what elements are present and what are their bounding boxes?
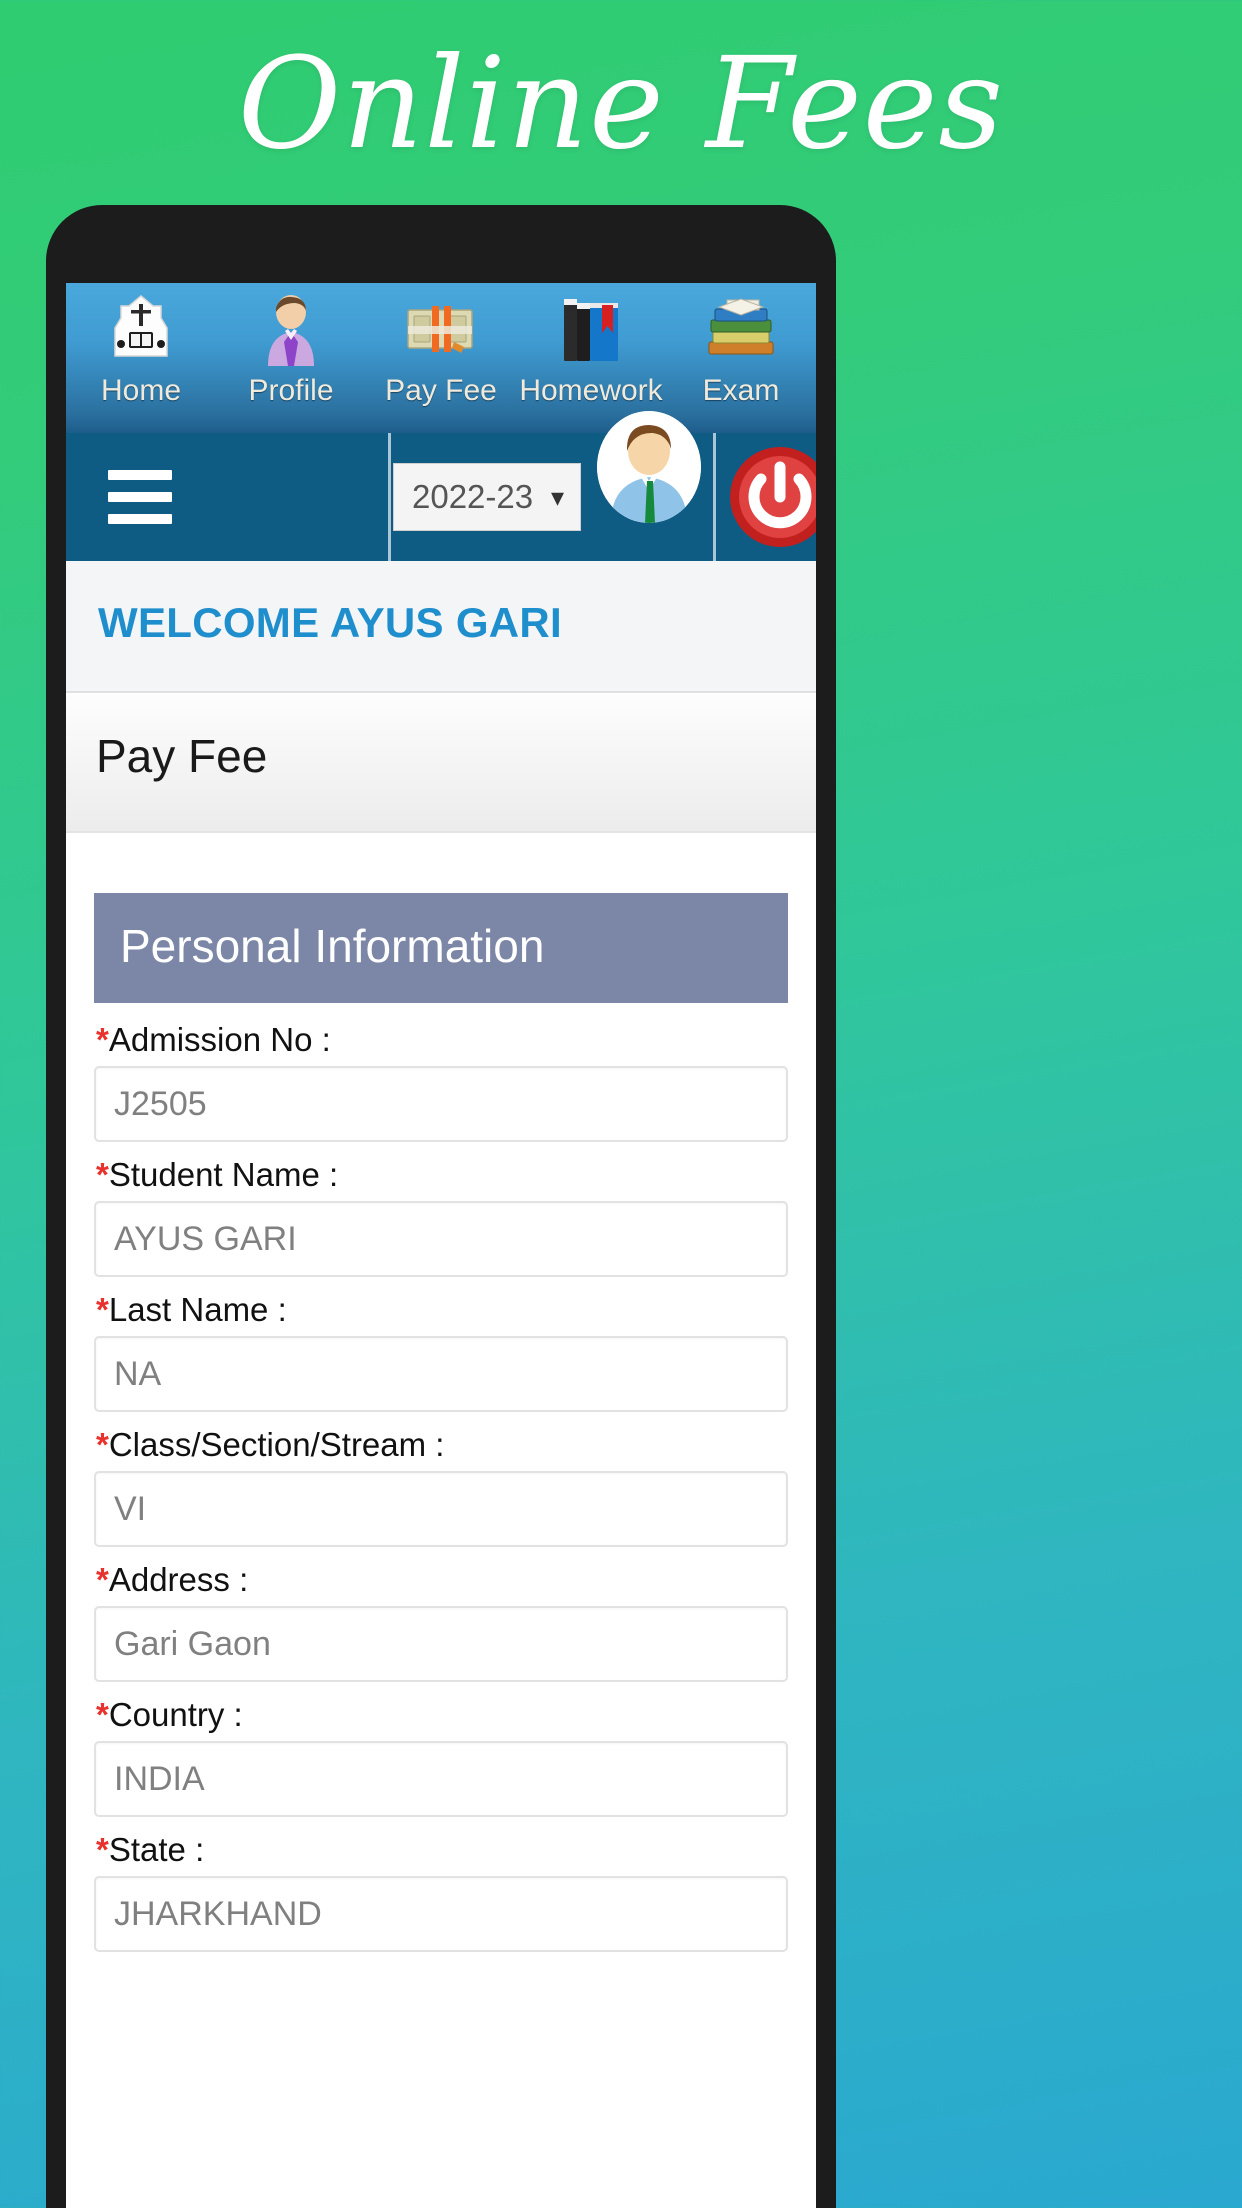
required-marker: *	[96, 1156, 109, 1193]
user-avatar-icon[interactable]	[597, 411, 701, 523]
required-marker: *	[96, 1561, 109, 1598]
required-marker: *	[96, 1291, 109, 1328]
books-bookmark-icon	[552, 291, 630, 369]
logout-button-wrapper	[713, 433, 816, 561]
required-marker: *	[96, 1696, 109, 1733]
label-text: Address :	[108, 1561, 249, 1598]
nav-label-profile: Profile	[248, 374, 334, 407]
field-row-admission-no: *Admission No : J2505	[94, 1011, 788, 1142]
required-marker: *	[96, 1426, 109, 1463]
field-label-country: *Country :	[94, 1686, 788, 1741]
required-marker: *	[96, 1831, 109, 1868]
input-class-section-stream[interactable]: VI	[94, 1471, 788, 1547]
welcome-band: WELCOME AYUS GARI	[66, 561, 816, 693]
field-label-class-section-stream: *Class/Section/Stream :	[94, 1416, 788, 1471]
field-label-address: *Address :	[94, 1551, 788, 1606]
exam-books-icon	[702, 291, 780, 369]
label-text: Admission No :	[108, 1021, 331, 1058]
session-year-select[interactable]: 2022-23 ▾	[393, 463, 581, 531]
label-text: Country :	[108, 1696, 243, 1733]
person-profile-icon	[252, 291, 330, 369]
field-label-admission-no: *Admission No :	[94, 1011, 788, 1066]
field-row-country: *Country : INDIA	[94, 1686, 788, 1817]
nav-item-homework[interactable]: Homework	[516, 291, 666, 408]
personal-information-form: Personal Information *Admission No : J25…	[66, 833, 816, 1952]
field-row-class-section-stream: *Class/Section/Stream : VI	[94, 1416, 788, 1547]
app-header-bar: 2022-23 ▾	[66, 411, 816, 561]
nav-label-homework: Homework	[519, 374, 663, 407]
chevron-down-icon: ▾	[550, 481, 564, 512]
nav-item-profile[interactable]: Profile	[216, 291, 366, 408]
phone-frame: Home Profile Pay Fee Homework Exam 2022-…	[46, 205, 836, 2208]
session-year-select-wrapper: 2022-23 ▾	[388, 433, 581, 561]
label-text: Last Name :	[108, 1291, 287, 1328]
page-title: Online Fees	[237, 30, 1005, 177]
field-row-address: *Address : Gari Gaon	[94, 1551, 788, 1682]
welcome-message: WELCOME AYUS GARI	[98, 599, 563, 646]
input-admission-no[interactable]: J2505	[94, 1066, 788, 1142]
field-row-last-name: *Last Name : NA	[94, 1281, 788, 1412]
nav-item-pay-fee[interactable]: Pay Fee	[366, 291, 516, 408]
nav-label-exam: Exam	[702, 374, 780, 407]
required-marker: *	[96, 1021, 109, 1058]
input-state[interactable]: JHARKHAND	[94, 1876, 788, 1952]
field-row-student-name: *Student Name : AYUS GARI	[94, 1146, 788, 1277]
section-header-personal-information: Personal Information	[94, 893, 788, 1003]
icon-navigation-bar: Home Profile Pay Fee Homework Exam	[66, 283, 816, 433]
nav-label-home: Home	[100, 374, 182, 407]
field-label-state: *State :	[94, 1821, 788, 1876]
screen-title: Pay Fee	[96, 730, 268, 782]
input-student-name[interactable]: AYUS GARI	[94, 1201, 788, 1277]
field-row-state: *State : JHARKHAND	[94, 1821, 788, 1952]
input-country[interactable]: INDIA	[94, 1741, 788, 1817]
label-text: Student Name :	[108, 1156, 339, 1193]
field-label-student-name: *Student Name :	[94, 1146, 788, 1201]
label-text: State :	[108, 1831, 205, 1868]
power-logout-icon[interactable]	[728, 445, 816, 549]
session-year-value: 2022-23	[412, 478, 534, 515]
phone-screen: Home Profile Pay Fee Homework Exam 2022-…	[66, 283, 816, 2208]
input-last-name[interactable]: NA	[94, 1336, 788, 1412]
input-address[interactable]: Gari Gaon	[94, 1606, 788, 1682]
school-crest-icon	[102, 291, 180, 369]
label-text: Class/Section/Stream :	[108, 1426, 445, 1463]
nav-item-exam[interactable]: Exam	[666, 291, 816, 408]
field-label-last-name: *Last Name :	[94, 1281, 788, 1336]
page-title-band: Pay Fee	[66, 693, 816, 833]
hamburger-menu-icon[interactable]	[108, 470, 172, 524]
nav-item-home[interactable]: Home	[66, 291, 216, 408]
nav-label-pay-fee: Pay Fee	[385, 374, 497, 407]
money-bills-icon	[402, 291, 480, 369]
